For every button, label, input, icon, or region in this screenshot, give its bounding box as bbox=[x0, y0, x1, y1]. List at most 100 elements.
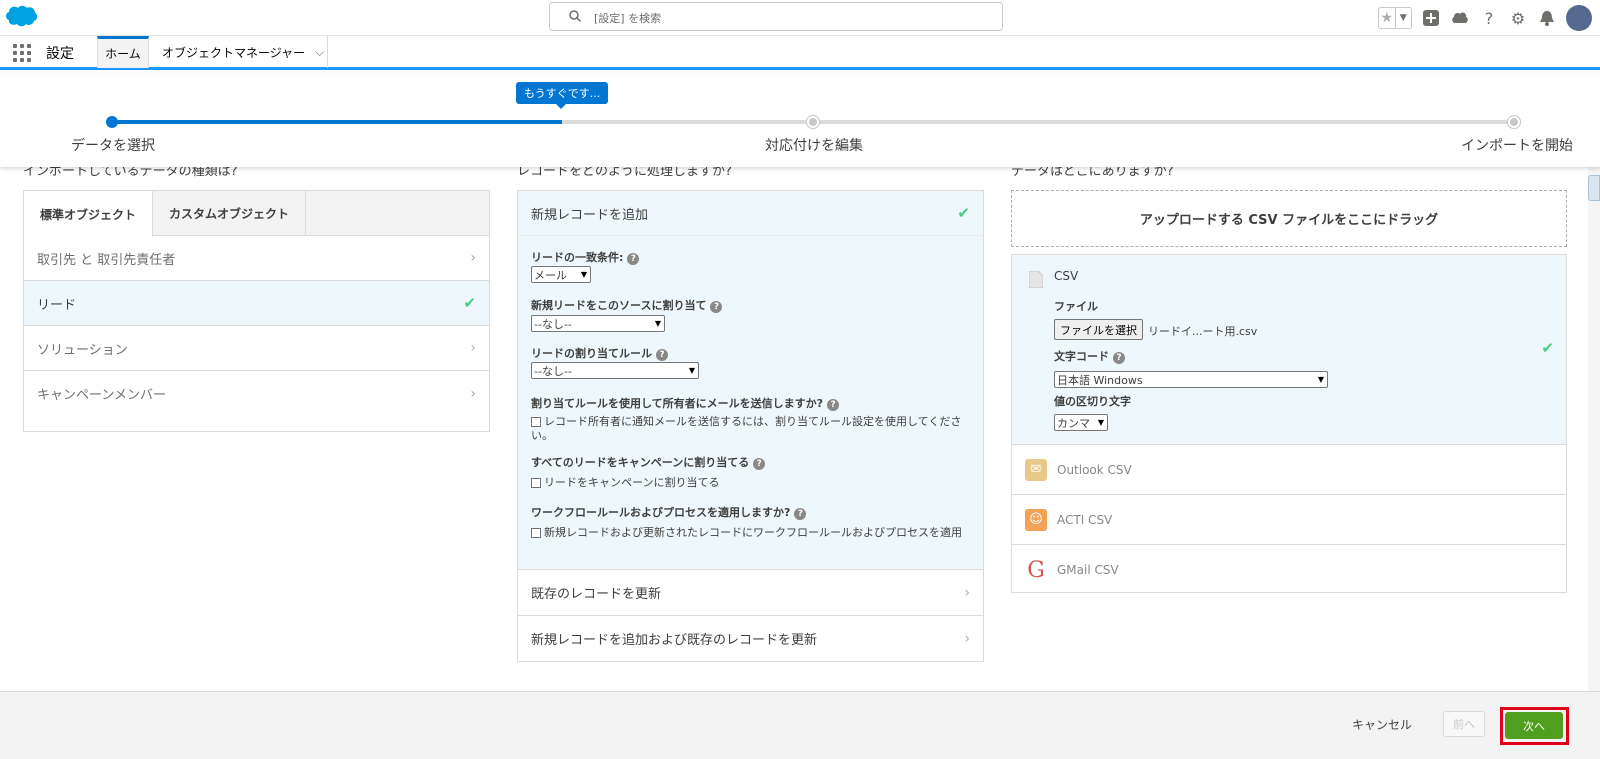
source-item-outlook[interactable]: ✉ Outlook CSV bbox=[1012, 445, 1566, 495]
global-search-input[interactable]: [設定] を検索 bbox=[549, 2, 1003, 31]
object-item-label: キャンペーンメンバー bbox=[37, 388, 166, 403]
action-add-new-records[interactable]: 新規レコードを追加 ✔ リードの一致条件:? メール ▼ 新規リードをこのソースに… bbox=[518, 191, 983, 569]
chevron-down-icon[interactable]: ⌵ bbox=[315, 45, 324, 60]
workflow-label: ワークフロールールおよびプロセスを適用しますか?? bbox=[531, 504, 807, 520]
tab-custom-objects[interactable]: カスタムオブジェクト bbox=[153, 191, 307, 235]
action-label: 新規レコードを追加 bbox=[531, 207, 649, 223]
header-actions: ★ ▼ ? ⚙ bbox=[1378, 4, 1592, 32]
match-criteria-select[interactable]: メール ▼ bbox=[531, 266, 591, 283]
object-type-panel: 標準オブジェクト カスタムオブジェクト 取引先 と 取引先責任者 › リード ✔… bbox=[23, 190, 490, 432]
dropdown-arrow-icon: ▼ bbox=[688, 366, 695, 375]
send-email-checkbox[interactable]: レコード所有者に通知メールを送信するには、割り当てルール設定を使用してくださ bbox=[531, 413, 961, 429]
action-update-existing-records[interactable]: 既存のレコードを更新 › bbox=[518, 569, 983, 615]
progress-step-label: データを選択 bbox=[71, 138, 155, 154]
delimiter-select[interactable]: カンマ ▼ bbox=[1054, 414, 1108, 431]
help-icon: ? bbox=[656, 349, 668, 361]
check-icon: ✔ bbox=[957, 204, 970, 222]
search-icon bbox=[569, 10, 582, 23]
help-icon: ? bbox=[827, 399, 840, 411]
help-icon: ? bbox=[627, 253, 640, 265]
source-label: Outlook CSV bbox=[1057, 462, 1132, 477]
csv-drop-zone[interactable]: アップロードする CSV ファイルをここにドラッグ bbox=[1011, 190, 1567, 247]
bell-icon[interactable] bbox=[1537, 8, 1557, 28]
object-item-campaign-members[interactable]: キャンペーンメンバー › bbox=[24, 371, 489, 416]
progress-step-label: 対応付けを編集 bbox=[765, 138, 863, 154]
check-icon: ✔ bbox=[1541, 339, 1554, 357]
chevron-right-icon: › bbox=[470, 250, 476, 266]
dropdown-arrow-icon: ▼ bbox=[1097, 418, 1104, 427]
assign-campaign-checkbox[interactable]: リードをキャンペーンに割り当てる bbox=[531, 474, 719, 490]
next-button[interactable]: 次へ bbox=[1505, 712, 1563, 739]
salesforce-logo[interactable] bbox=[4, 4, 38, 28]
tab-standard-objects[interactable]: 標準オブジェクト bbox=[24, 191, 154, 237]
action-label: 既存のレコードを更新 bbox=[531, 587, 662, 602]
workflow-checkbox[interactable]: 新規レコードおよび更新されたレコードにワークフロールールおよびプロセスを適用 bbox=[531, 524, 962, 540]
assignment-rule-select[interactable]: --なし-- ▼ bbox=[531, 362, 699, 379]
progress-step-2-dot bbox=[807, 116, 819, 128]
send-email-checkbox-cont: い。 bbox=[531, 429, 553, 442]
dropdown-arrow-icon: ▼ bbox=[580, 270, 587, 279]
object-item-leads[interactable]: リード ✔ bbox=[24, 281, 489, 326]
chevron-right-icon: › bbox=[964, 584, 970, 601]
help-icon: ? bbox=[1113, 352, 1125, 364]
side-panel-toggle[interactable] bbox=[1588, 175, 1600, 201]
delimiter-label: 値の区切り文字 bbox=[1054, 395, 1131, 408]
object-tabs: 標準オブジェクト カスタムオブジェクト bbox=[24, 191, 489, 237]
record-action-panel: 新規レコードを追加 ✔ リードの一致条件:? メール ▼ 新規リードをこのソースに… bbox=[517, 190, 984, 662]
cancel-button[interactable]: キャンセル bbox=[1352, 716, 1412, 733]
encoding-select[interactable]: 日本語 Windows ▼ bbox=[1054, 371, 1328, 388]
favorites-button[interactable]: ★ ▼ bbox=[1378, 7, 1412, 29]
app-nav-bar: 設定 ホーム オブジェクトマネージャー ⌵ bbox=[0, 36, 1600, 70]
match-criteria-label: リードの一致条件:? bbox=[531, 249, 640, 265]
chevron-down-icon: ▼ bbox=[1394, 8, 1412, 28]
user-avatar[interactable] bbox=[1566, 5, 1592, 31]
action-add-and-update-records[interactable]: 新規レコードを追加および既存のレコードを更新 › bbox=[518, 615, 983, 661]
search-placeholder: [設定] を検索 bbox=[594, 12, 662, 25]
import-progress-indicator: もうすぐです... データを選択 対応付けを編集 インポートを開始 bbox=[0, 73, 1600, 167]
encoding-label: 文字コード? bbox=[1054, 348, 1125, 364]
file-label: ファイル bbox=[1054, 300, 1098, 313]
object-item-solutions[interactable]: ソリューション › bbox=[24, 326, 489, 371]
lead-source-select[interactable]: --なし-- ▼ bbox=[531, 315, 665, 332]
contact-card-icon: ☺ bbox=[1025, 508, 1047, 531]
dropdown-arrow-icon: ▼ bbox=[1317, 375, 1324, 384]
data-source-panel: CSV ファイル ファイルを選択 リードイ...ート用.csv 文字コード? 日… bbox=[1011, 254, 1567, 593]
choose-file-button[interactable]: ファイルを選択 bbox=[1054, 319, 1143, 340]
progress-fill bbox=[112, 120, 562, 124]
help-icon[interactable]: ? bbox=[1479, 8, 1499, 28]
assign-campaign-label: すべてのリードをキャンペーンに割り当てる? bbox=[531, 454, 766, 470]
progress-step-3-dot bbox=[1508, 116, 1520, 128]
previous-button[interactable]: 前へ bbox=[1443, 711, 1485, 737]
chevron-right-icon: › bbox=[470, 340, 476, 356]
progress-tooltip: もうすぐです... bbox=[516, 82, 609, 109]
check-icon: ✔ bbox=[463, 294, 476, 312]
checkbox[interactable] bbox=[531, 417, 541, 427]
outlook-icon: ✉ bbox=[1025, 458, 1047, 481]
wizard-footer: キャンセル 前へ 次へ bbox=[0, 691, 1600, 759]
object-item-label: 取引先 と 取引先責任者 bbox=[37, 252, 176, 268]
app-name: 設定 bbox=[46, 46, 74, 62]
tab-object-manager-label: オブジェクトマネージャー bbox=[162, 45, 306, 60]
checkbox[interactable] bbox=[531, 478, 541, 488]
tab-home[interactable]: ホーム bbox=[97, 36, 149, 68]
chevron-right-icon: › bbox=[470, 385, 476, 402]
gear-icon[interactable]: ⚙ bbox=[1508, 8, 1528, 28]
progress-step-label: インポートを開始 bbox=[1461, 138, 1573, 154]
trailhead-icon[interactable] bbox=[1450, 8, 1470, 28]
file-icon bbox=[1029, 271, 1043, 288]
app-launcher-icon[interactable] bbox=[13, 44, 31, 62]
source-item-gmail[interactable]: G GMail CSV bbox=[1012, 545, 1566, 595]
object-item-label: ソリューション bbox=[37, 342, 128, 358]
global-header: [設定] を検索 ★ ▼ ? ⚙ bbox=[0, 0, 1600, 36]
dropdown-arrow-icon: ▼ bbox=[654, 319, 661, 328]
checkbox[interactable] bbox=[531, 528, 541, 538]
source-item-csv[interactable]: CSV ファイル ファイルを選択 リードイ...ート用.csv 文字コード? 日… bbox=[1012, 255, 1566, 445]
source-item-act[interactable]: ☺ ACTI CSV bbox=[1012, 495, 1566, 545]
help-icon: ? bbox=[710, 301, 723, 313]
send-email-label: 割り当てルールを使用して所有者にメールを送信しますか?? bbox=[531, 395, 840, 411]
source-label: GMail CSV bbox=[1057, 563, 1119, 577]
tab-object-manager[interactable]: オブジェクトマネージャー ⌵ bbox=[150, 36, 328, 68]
global-create-icon[interactable] bbox=[1421, 8, 1441, 28]
object-item-label: リード bbox=[37, 297, 77, 313]
object-item-accounts-contacts[interactable]: 取引先 と 取引先責任者 › bbox=[24, 236, 489, 281]
